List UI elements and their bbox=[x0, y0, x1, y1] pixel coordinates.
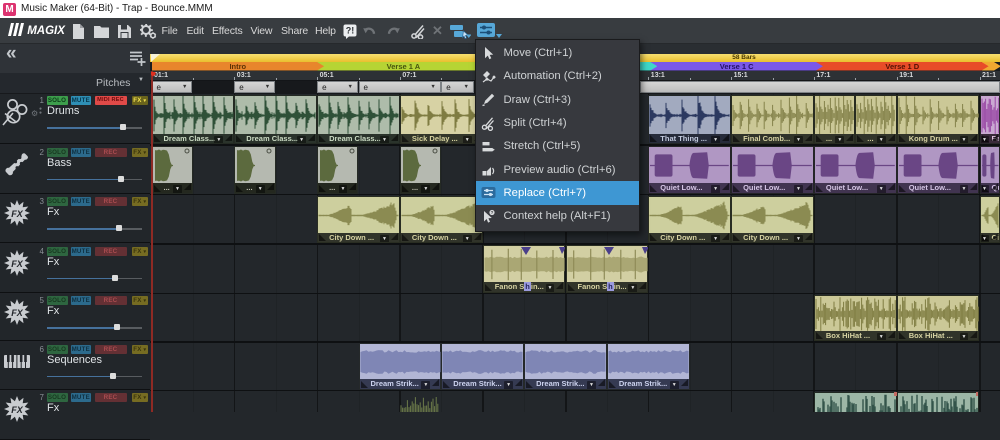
svg-text:FX: FX bbox=[11, 259, 23, 269]
svg-text:FX: FX bbox=[11, 405, 23, 415]
svg-text:FX: FX bbox=[11, 308, 23, 318]
svg-text:FX: FX bbox=[11, 209, 23, 219]
svg-text:?: ? bbox=[490, 210, 493, 215]
svg-text:?!: ?! bbox=[346, 25, 355, 35]
